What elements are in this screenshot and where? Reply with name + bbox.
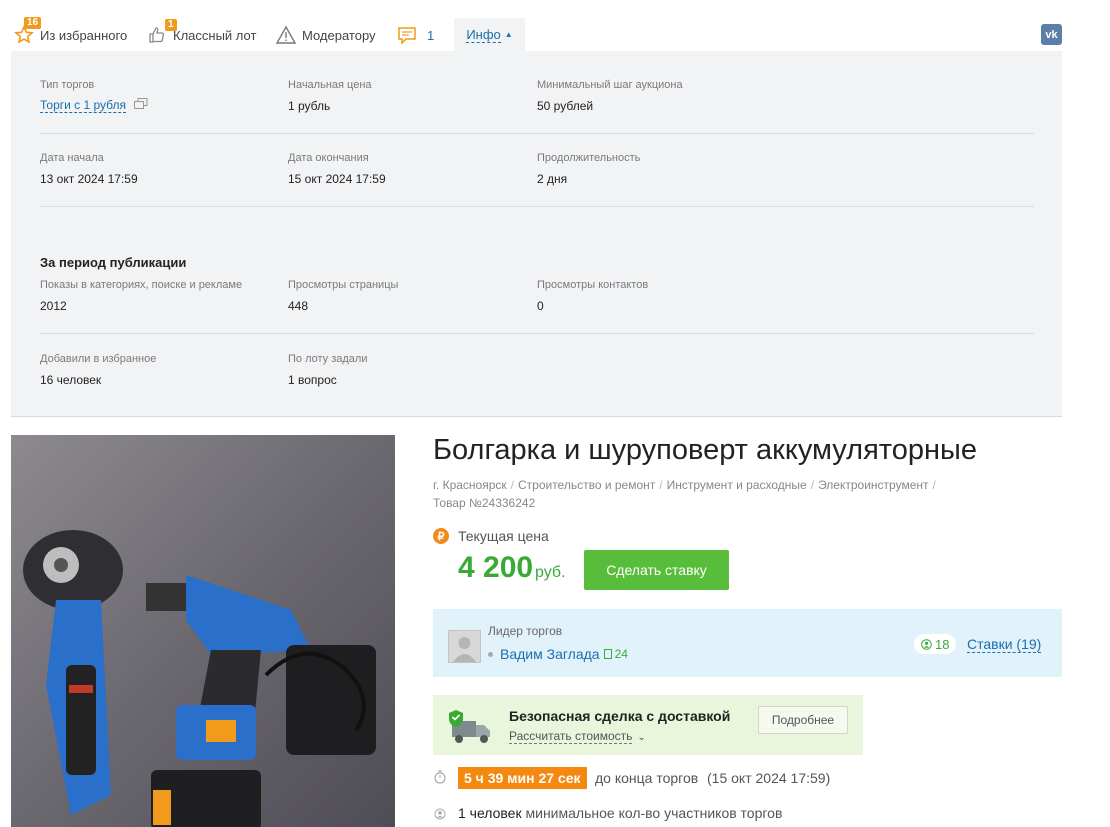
participants-min-count: 1 человек (458, 805, 522, 821)
tab-moderator-label: Модератору (302, 27, 376, 43)
price-currency: руб. (535, 564, 566, 581)
breadcrumb-item[interactable]: Инструмент и расходные (667, 478, 807, 492)
safe-deal-panel: Безопасная сделка с доставкой Рассчитать… (433, 695, 863, 755)
copy-icon[interactable] (134, 98, 148, 113)
countdown-timer: 5 ч 39 мин 27 сек (458, 767, 587, 789)
auction-type-value[interactable]: Торги с 1 рубля (40, 98, 148, 113)
info-label: Тип торгов (40, 79, 95, 91)
comments-count: 1 (427, 27, 435, 43)
info-label: Продолжительность (537, 152, 641, 164)
tab-classy-lot[interactable]: 1 Классный лот (147, 18, 256, 52)
participants-count: 18 (935, 636, 950, 652)
tab-moderator[interactable]: Модератору (276, 18, 376, 52)
tab-classy-label: Классный лот (173, 27, 257, 43)
info-value: 50 рублей (537, 99, 594, 113)
info-value: 2 дня (537, 172, 568, 186)
timer-suffix: до конца торгов (595, 770, 699, 786)
place-bid-button[interactable]: Сделать ставку (584, 550, 729, 590)
avatar[interactable] (448, 630, 481, 663)
participants-min-text: минимальное кол-во участников торгов (525, 805, 783, 821)
auction-type-link[interactable]: Торги с 1 рубля (40, 98, 127, 113)
stat-value: 1 вопрос (288, 373, 337, 387)
info-label: Начальная цена (288, 79, 372, 91)
stat-label: Просмотры страницы (288, 279, 399, 291)
stat-label: Добавили в избранное (40, 353, 157, 365)
calc-cost-link[interactable]: Рассчитать стоимость (509, 730, 633, 744)
clock-icon (434, 770, 446, 789)
breadcrumb: г. Красноярск / Строительство и ремонт / Инс… (433, 478, 936, 510)
tab-comments[interactable]: 1 (397, 18, 434, 52)
stat-label: Просмотры контактов (537, 279, 649, 291)
chevron-down-icon: ⌄ (637, 731, 646, 743)
calc-cost[interactable]: Рассчитать стоимость ⌄ (509, 730, 646, 744)
breadcrumb-item[interactable]: г. Красноярск (433, 478, 507, 492)
leader-rating: 24 (614, 647, 628, 661)
rating-icon (603, 649, 612, 659)
participants-badge: 18 (914, 634, 957, 654)
comment-icon (397, 25, 417, 45)
safe-deal-title: Безопасная сделка с доставкой (509, 708, 731, 724)
star-icon: 16 (14, 17, 42, 45)
vk-share-icon[interactable]: vk (1041, 24, 1062, 45)
user-icon (921, 638, 932, 650)
auction-end-date: (15 окт 2024 17:59) (707, 770, 831, 786)
stat-value: 2012 (40, 299, 67, 313)
product-title: Болгарка и шуруповерт аккумуляторные (433, 434, 977, 466)
bids-link[interactable]: Ставки (19) (967, 637, 1042, 653)
tab-favorites[interactable]: 16 Из избранного (14, 17, 128, 52)
leader-panel: Лидер торгов Вадим Заглада 24 18 Ставки … (433, 609, 1062, 677)
offline-dot-icon (488, 651, 493, 657)
classy-badge: 1 (165, 19, 177, 31)
warning-icon (276, 25, 296, 45)
tab-info-label: Инфо (466, 26, 501, 43)
caret-up-icon: ▲ (504, 30, 513, 39)
participants-min: 1 человек минимальное кол-во участников … (458, 805, 782, 821)
leader-info: Вадим Заглада 24 (488, 646, 628, 662)
divider (40, 133, 1034, 134)
participant-icon (434, 807, 446, 825)
info-value: 1 рубль (288, 99, 331, 113)
info-label: Дата начала (40, 152, 104, 164)
favorites-badge: 16 (24, 17, 42, 29)
stat-label: Показы в категориях, поиске и рекламе (40, 279, 243, 291)
tab-favorites-label: Из избранного (40, 27, 128, 43)
divider (40, 333, 1034, 334)
leader-name[interactable]: Вадим Заглада (500, 646, 600, 662)
breadcrumb-item[interactable]: Электроинструмент (818, 478, 928, 492)
info-panel: Тип торгов Торги с 1 рубля Начальная цен… (11, 51, 1062, 417)
stat-value: 448 (288, 299, 309, 313)
ruble-icon: ₽ (433, 528, 449, 544)
info-value: 15 окт 2024 17:59 (288, 172, 386, 186)
info-label: Дата окончания (288, 152, 369, 164)
item-number: Товар №24336242 (433, 496, 536, 510)
price-label: Текущая цена (458, 528, 549, 544)
breadcrumb-item[interactable]: Строительство и ремонт (518, 478, 655, 492)
divider (40, 206, 1034, 207)
info-value: 13 окт 2024 17:59 (40, 172, 138, 186)
info-label: Минимальный шаг аукциона (537, 79, 683, 91)
period-title: За период публикации (40, 255, 187, 270)
thumbs-up-icon: 1 (147, 19, 177, 45)
more-details-button[interactable]: Подробнее (758, 706, 848, 734)
tab-info[interactable]: Инфо ▲ (454, 18, 525, 52)
stat-label: По лоту задали (288, 353, 368, 365)
current-price: 4 200 (458, 551, 534, 584)
product-photo[interactable] (11, 435, 395, 827)
delivery-truck-icon (446, 709, 494, 750)
leader-label: Лидер торгов (488, 624, 563, 638)
stat-value: 16 человек (40, 373, 102, 387)
stat-value: 0 (537, 299, 544, 313)
